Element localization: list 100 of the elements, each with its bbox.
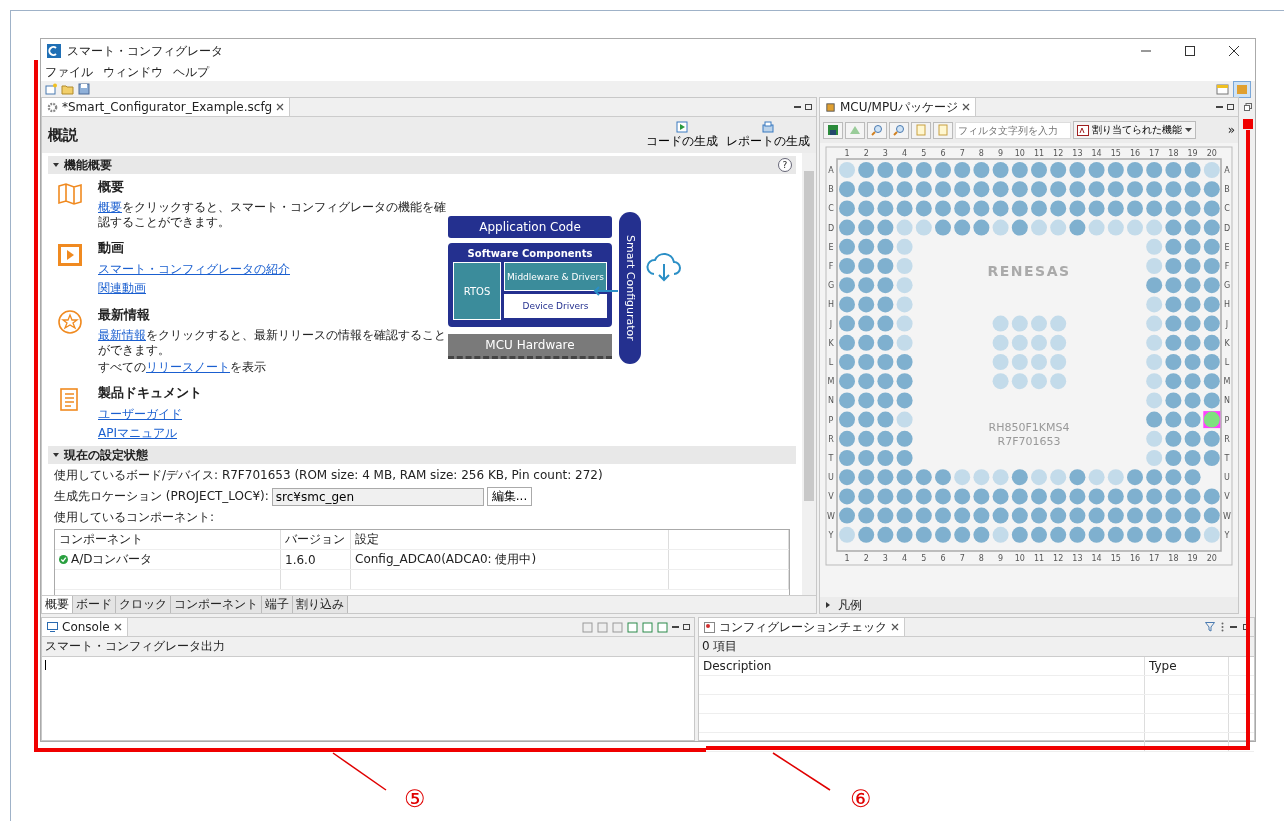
column-label: 10 (1014, 149, 1025, 158)
magnifier-icon[interactable] (889, 121, 909, 139)
more-icon[interactable] (1221, 622, 1224, 632)
column-label: 17 (1149, 554, 1160, 563)
menu-item[interactable]: ウィンドウ (103, 63, 163, 81)
link[interactable]: 関連動画 (98, 280, 146, 297)
column-label: 3 (882, 149, 888, 158)
panel-title: Software Components (466, 248, 594, 259)
console-tab[interactable]: Console (42, 618, 128, 636)
editor-page-tab[interactable]: 概要 (42, 596, 73, 613)
maximize-icon[interactable] (1185, 46, 1195, 56)
column-label: 19 (1187, 554, 1198, 563)
row-label: L (1224, 358, 1230, 367)
column-header[interactable]: Description (699, 657, 1145, 675)
maximize-icon[interactable] (1227, 104, 1234, 110)
row-label: P (1224, 415, 1230, 425)
filter-field[interactable]: フィルタ文字列を入力 (955, 121, 1071, 139)
page-icon[interactable] (933, 121, 953, 139)
more-button[interactable]: » (1227, 123, 1235, 137)
editor-page-tab[interactable]: ボード (73, 596, 116, 613)
display-icon[interactable] (642, 621, 653, 633)
column-label: 20 (1206, 149, 1217, 158)
maximize-icon[interactable] (683, 624, 690, 630)
editor-page-tab[interactable]: クロック (116, 596, 171, 613)
close-icon[interactable] (961, 103, 970, 111)
column-header[interactable]: コンポーネント (55, 530, 281, 549)
folder-icon[interactable] (61, 83, 74, 95)
page-icon[interactable] (911, 121, 931, 139)
item-count: 0 項目 (699, 637, 1254, 656)
column-label: 12 (1053, 554, 1064, 563)
row-label: N (828, 396, 834, 406)
arrow-icon (592, 286, 618, 296)
row-label: Y (1224, 530, 1230, 540)
save-icon[interactable] (823, 121, 843, 139)
column-header[interactable]: バージョン (281, 530, 351, 549)
menu-item[interactable]: ヘルプ (173, 63, 209, 81)
printer-icon (762, 120, 774, 133)
link[interactable]: 概要 (98, 200, 122, 214)
column-label: 15 (1110, 554, 1121, 563)
section-header[interactable]: 機能概要 ? (48, 156, 796, 174)
configurator-perspective-icon[interactable] (1233, 80, 1251, 98)
column-label: 1 (844, 554, 850, 563)
close-icon[interactable] (113, 623, 122, 631)
new-file-icon[interactable] (45, 83, 57, 95)
table-cell: A/Dコンバータ (55, 550, 281, 569)
row-label: E (1224, 242, 1230, 252)
perspective-icon[interactable] (1216, 83, 1229, 95)
page-icon[interactable] (612, 621, 623, 633)
row-label: W (1223, 511, 1231, 521)
save-icon[interactable] (78, 83, 90, 95)
filter-icon[interactable] (1205, 622, 1215, 632)
edit-button[interactable]: 編集... (486, 487, 533, 506)
assigned-function-dropdown[interactable]: 割り当てられた機能 (1073, 121, 1196, 139)
window-title: スマート・コンフィグレータ (67, 42, 223, 60)
display-icon[interactable] (627, 621, 638, 633)
close-icon[interactable] (1229, 46, 1239, 56)
link[interactable]: 最新情報 (98, 328, 146, 342)
editor-page-tab[interactable]: コンポーネント (171, 596, 262, 613)
scrollbar[interactable] (802, 153, 816, 595)
editor-page-tab[interactable]: 端子 (262, 596, 293, 613)
close-icon[interactable] (276, 103, 285, 111)
location-field[interactable]: src¥smc_gen (271, 487, 484, 506)
row-label: J (829, 319, 833, 329)
legend-header[interactable]: 凡例 (820, 597, 1238, 613)
close-icon[interactable] (891, 623, 899, 631)
section-header[interactable]: 現在の設定状態 (48, 446, 796, 464)
column-label: 16 (1129, 554, 1141, 563)
restore-icon[interactable] (1244, 103, 1252, 111)
help-button[interactable]: ? (778, 158, 792, 172)
menu-item[interactable]: ファイル (45, 63, 93, 81)
link[interactable]: ユーザーガイド (98, 406, 182, 423)
expand-icon[interactable] (824, 601, 832, 609)
package-tab[interactable]: MCU/MPUパッケージ (820, 98, 976, 116)
column-label: 8 (978, 149, 984, 158)
row-label: H (1224, 300, 1230, 310)
column-label: 15 (1110, 149, 1121, 158)
link[interactable]: スマート・コンフィグレータの紹介 (98, 261, 290, 278)
editor-tab[interactable]: *Smart_Configurator_Example.scfg (42, 98, 291, 116)
column-label: 17 (1149, 149, 1160, 158)
link[interactable]: APIマニュアル (98, 425, 177, 442)
generate-report-button[interactable]: レポートの生成 (726, 120, 810, 150)
expand-icon[interactable] (52, 161, 60, 169)
page-icon[interactable] (582, 621, 593, 633)
maximize-icon[interactable] (805, 104, 812, 110)
film-icon (56, 241, 84, 269)
editor-page-tab[interactable]: 割り込み (293, 596, 348, 613)
leader-line (332, 752, 387, 791)
magnifier-icon[interactable] (867, 121, 887, 139)
generate-code-button[interactable]: コードの生成 (646, 120, 718, 150)
expand-icon[interactable] (52, 451, 60, 459)
column-label: 1 (844, 149, 850, 158)
display-icon[interactable] (657, 621, 668, 633)
link[interactable]: リリースノート (146, 360, 230, 374)
star-badge-icon (56, 308, 84, 336)
chip-name: RH850F1KMS4 (988, 421, 1070, 434)
page-icon[interactable] (597, 621, 608, 633)
column-header[interactable]: 設定 (351, 530, 669, 549)
config-check-tab[interactable]: コンフィグレーションチェック (699, 618, 905, 636)
page-heading: 概説 (48, 125, 78, 145)
column-header[interactable]: Type (1145, 657, 1229, 675)
